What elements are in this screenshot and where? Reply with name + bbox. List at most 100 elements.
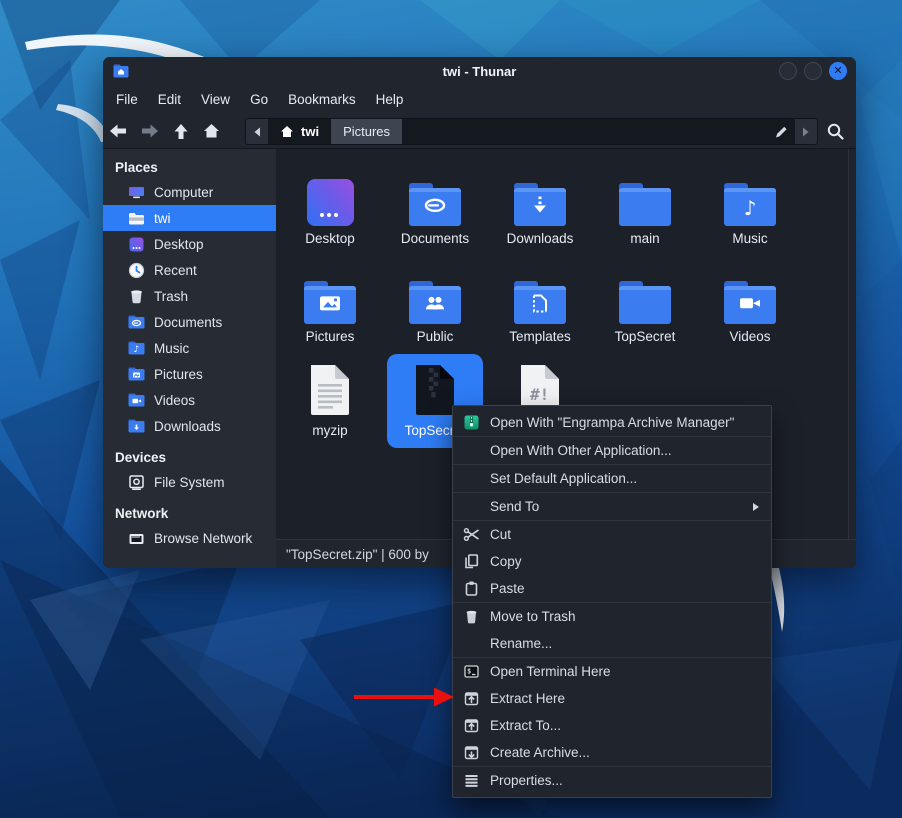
file-label: main [630,231,659,246]
sidebar-item-label: File System [154,475,225,490]
menu-item-cut[interactable]: Cut [453,521,771,548]
sidebar-item-downloads[interactable]: Downloads [103,413,276,439]
menu-item-copy[interactable]: Copy [453,548,771,575]
folder-icon [514,286,566,324]
folder-icon [409,286,461,324]
file-label: Documents [401,231,469,246]
menu-item-label: Open With Other Application... [490,443,672,458]
file-item-desktop[interactable]: Desktop [282,162,378,256]
close-button[interactable]: ✕ [829,62,847,80]
sidebar-item-documents[interactable]: Documents [103,309,276,335]
path-segment-label: Pictures [343,124,390,139]
desktop-folder-icon [307,179,354,226]
minimize-button[interactable] [779,62,797,80]
zip-file-icon [413,362,457,418]
file-item-documents[interactable]: Documents [387,162,483,256]
sidebar-item-file-system[interactable]: File System [103,469,276,495]
trash-icon [462,608,480,625]
sidebar-item-pictures[interactable]: Pictures [103,361,276,387]
statusbar-text: "TopSecret.zip" | 600 by [286,547,429,562]
path-next-button[interactable] [795,119,817,144]
folder-icon [514,188,566,226]
path-segment-twi[interactable]: twi [268,119,331,144]
menu-view[interactable]: View [191,88,240,111]
menu-item-send-to[interactable]: Send To [453,493,771,520]
sidebar-header-devices: Devices [103,445,276,469]
file-item-music[interactable]: ♪ Music [702,162,798,256]
photo-emblem [319,295,341,316]
menu-item-extract-to[interactable]: Extract To... [453,712,771,739]
vertical-scrollbar[interactable] [848,149,856,539]
menu-item-extract-here[interactable]: Extract Here [453,685,771,712]
sidebar-header-network: Network [103,501,276,525]
file-item-downloads[interactable]: Downloads [492,162,588,256]
menu-go[interactable]: Go [240,88,278,111]
path-segment-pictures[interactable]: Pictures [331,119,402,144]
file-item-templates[interactable]: Templates [492,260,588,354]
sidebar-item-music[interactable]: ♪ Music [103,335,276,361]
menu-item-open-with-other[interactable]: Open With Other Application... [453,437,771,464]
folder-music-icon: ♪ [128,340,145,357]
sidebar-item-browse-network[interactable]: Browse Network [103,525,276,551]
sidebar-item-computer[interactable]: Computer [103,179,276,205]
file-item-pictures[interactable]: Pictures [282,260,378,354]
back-button[interactable] [103,122,134,140]
copy-icon [462,553,480,570]
search-button[interactable] [826,122,845,146]
sidebar-item-desktop[interactable]: Desktop [103,231,276,257]
home-folder-icon [128,210,145,227]
menu-item-set-default-application[interactable]: Set Default Application... [453,465,771,492]
folder-icon [619,188,671,226]
svg-text:#!: #! [530,385,549,404]
svg-text:$: $ [467,668,471,676]
path-input-area[interactable] [402,119,767,144]
menu-item-label: Send To [490,499,539,514]
home-button[interactable] [196,122,227,140]
menu-item-properties[interactable]: Properties... [453,767,771,794]
forward-button[interactable] [134,122,165,140]
extract-icon [462,717,480,734]
menu-item-move-to-trash[interactable]: Move to Trash [453,603,771,630]
menu-item-open-terminal-here[interactable]: $ Open Terminal Here [453,658,771,685]
menu-item-label: Copy [490,554,522,569]
folder-documents-icon [128,314,145,331]
file-label: Pictures [306,329,355,344]
file-item-videos[interactable]: Videos [702,260,798,354]
download-emblem [532,196,548,221]
file-item-topsecret-folder[interactable]: TopSecret [597,260,693,354]
menu-edit[interactable]: Edit [148,88,191,111]
menu-item-open-with-engrampa[interactable]: Open With "Engrampa Archive Manager" [453,409,771,436]
sidebar-item-label: twi [154,211,171,226]
titlebar[interactable]: twi - Thunar ✕ [103,57,856,85]
maximize-button[interactable] [804,62,822,80]
pathbar: twi Pictures [245,118,818,145]
file-label: myzip [312,423,347,438]
sidebar-item-videos[interactable]: Videos [103,387,276,413]
path-edit-button[interactable] [767,119,795,144]
menu-item-label: Rename... [490,636,552,651]
sidebar-item-recent[interactable]: Recent [103,257,276,283]
properties-icon [462,772,480,789]
menu-file[interactable]: File [106,88,148,111]
file-item-public[interactable]: Public [387,260,483,354]
folder-icon: ♪ [724,188,776,226]
menu-help[interactable]: Help [366,88,414,111]
computer-icon [128,184,145,201]
path-prev-button[interactable] [246,119,268,144]
sidebar-item-label: Downloads [154,419,221,434]
home-icon [280,125,294,138]
sidebar-item-twi[interactable]: twi [103,205,276,231]
menu-bookmarks[interactable]: Bookmarks [278,88,366,111]
menu-item-paste[interactable]: Paste [453,575,771,602]
up-button[interactable] [165,122,196,141]
paperclip-emblem [423,197,447,218]
chevron-right-icon [802,127,810,137]
file-item-myzip[interactable]: myzip [282,354,378,448]
archive-icon [462,744,480,761]
no-icon [462,470,480,487]
sidebar-item-trash[interactable]: Trash [103,283,276,309]
menu-item-create-archive[interactable]: Create Archive... [453,739,771,766]
file-item-main[interactable]: main [597,162,693,256]
menu-item-label: Cut [490,527,511,542]
menu-item-rename[interactable]: Rename... [453,630,771,657]
